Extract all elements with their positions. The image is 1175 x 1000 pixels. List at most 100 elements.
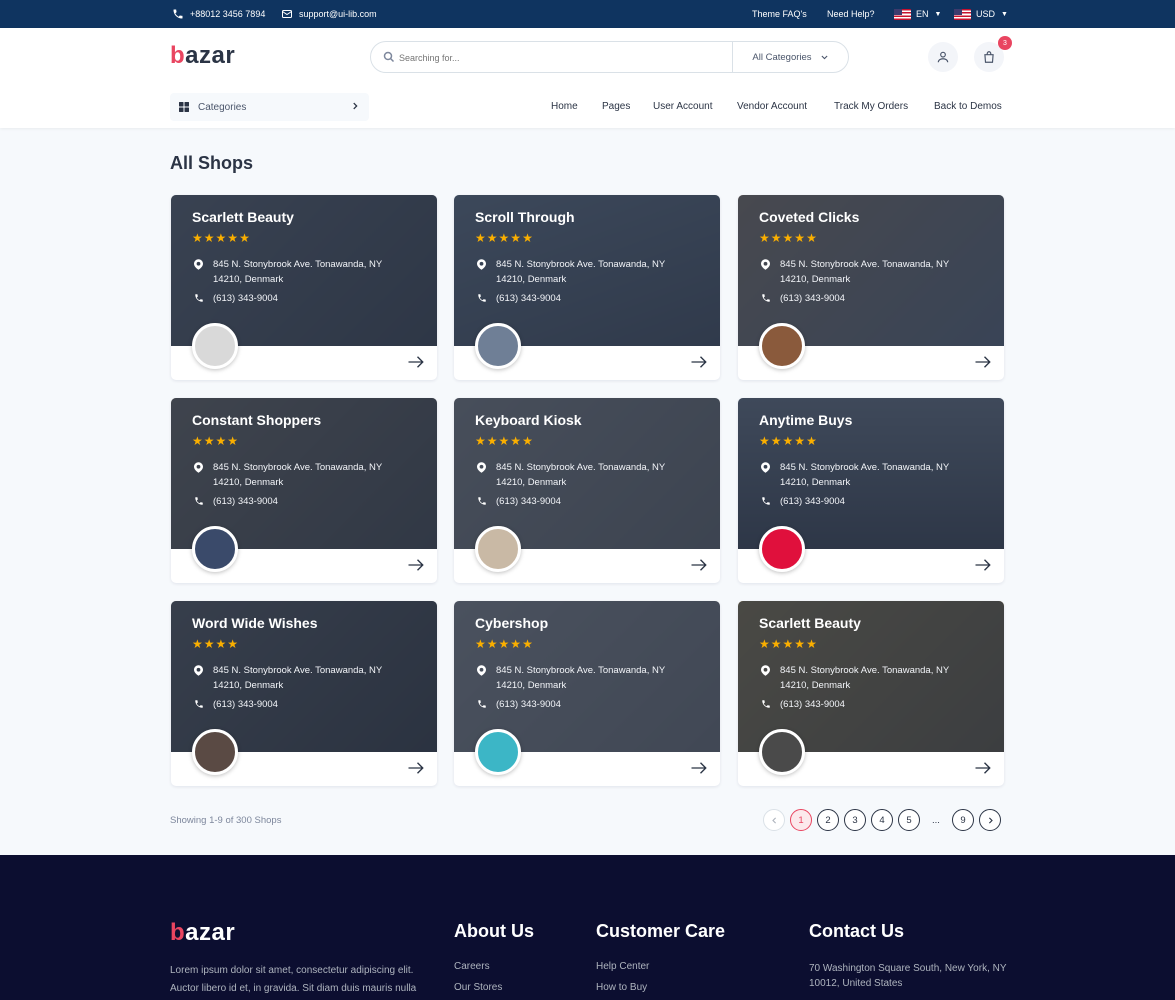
shop-phone: (613) 343-9004 [496, 496, 561, 507]
star-icon: ★ [203, 637, 215, 651]
chevron-down-icon: ▼ [1001, 10, 1008, 18]
shop-card[interactable]: Anytime Buys ★ ★ ★ ★ ★ 845 N. Stonybrook Ave. … [738, 398, 1004, 583]
nav-home[interactable]: Home [551, 101, 578, 115]
nav-user-account[interactable]: User Account [653, 101, 712, 115]
shop-rating: ★ ★ ★ ★ [192, 638, 238, 650]
nav-back-to-demos[interactable]: Back to Demos [934, 101, 1002, 115]
footer-contact-title: Contact Us [809, 921, 905, 941]
star-icon: ★ [782, 434, 794, 448]
shop-name[interactable]: Anytime Buys [759, 412, 852, 428]
star-icon: ★ [770, 434, 782, 448]
header: bazar All Categories 3 Categories Home P… [0, 28, 1175, 128]
logo[interactable]: bazar [170, 42, 235, 70]
shop-card[interactable]: Scroll Through ★ ★ ★ ★ ★ 845 N. Stonybrook Ave… [454, 195, 720, 380]
us-flag-icon [894, 8, 911, 20]
user-icon [937, 51, 949, 63]
star-icon: ★ [770, 637, 782, 651]
showing-count: Showing 1-9 of 300 Shops [170, 815, 282, 826]
shop-card[interactable]: Scarlett Beauty ★ ★ ★ ★ ★ 845 N. Stonybrook Av… [738, 601, 1004, 786]
arrow-right-icon[interactable] [974, 355, 992, 369]
shop-name[interactable]: Constant Shoppers [192, 412, 321, 428]
phone-icon [478, 294, 486, 302]
phone-icon [195, 294, 203, 302]
shop-card[interactable]: Scarlett Beauty ★ ★ ★ ★ ★ 845 N. Stonybrook Av… [171, 195, 437, 380]
location-pin-icon [194, 259, 203, 270]
shop-address: 845 N. Stonybrook Ave. Tonawanda, NY 142… [213, 259, 383, 285]
footer-link-how-to-buy[interactable]: How to Buy [596, 982, 647, 993]
arrow-right-icon[interactable] [407, 558, 425, 572]
shop-name[interactable]: Scarlett Beauty [192, 209, 294, 225]
search-category-select[interactable]: All Categories [732, 42, 848, 72]
categories-button[interactable]: Categories [170, 93, 369, 121]
shop-avatar [759, 323, 805, 369]
nav-pages[interactable]: Pages [602, 101, 630, 115]
arrow-right-icon[interactable] [407, 761, 425, 775]
search-icon [383, 51, 395, 63]
nav-vendor-account[interactable]: Vendor Account [737, 101, 807, 115]
star-icon: ★ [498, 231, 510, 245]
mail-icon [282, 10, 292, 18]
shop-card[interactable]: Cybershop ★ ★ ★ ★ ★ 845 N. Stonybrook Ave. Ton… [454, 601, 720, 786]
footer-link-our-stores[interactable]: Our Stores [454, 982, 502, 993]
arrow-right-icon[interactable] [974, 558, 992, 572]
logo-text: azar [185, 42, 236, 69]
arrow-right-icon[interactable] [690, 761, 708, 775]
shop-phone: (613) 343-9004 [213, 496, 278, 507]
star-icon: ★ [227, 231, 239, 245]
location-pin-icon [477, 259, 486, 270]
shop-rating: ★ ★ ★ ★ ★ [759, 638, 817, 650]
shop-avatar [759, 729, 805, 775]
footer-link-help-center[interactable]: Help Center [596, 961, 649, 972]
shop-avatar [759, 526, 805, 572]
location-pin-icon [194, 462, 203, 473]
shop-name[interactable]: Word Wide Wishes [192, 615, 318, 631]
shop-address: 845 N. Stonybrook Ave. Tonawanda, NY 142… [780, 462, 950, 488]
need-help-link[interactable]: Need Help? [827, 0, 875, 28]
page-button-2[interactable]: 2 [817, 809, 839, 831]
footer-logo[interactable]: bazar [170, 919, 235, 947]
shop-avatar [475, 729, 521, 775]
shop-phone: (613) 343-9004 [496, 293, 561, 304]
shop-name[interactable]: Keyboard Kiosk [475, 412, 582, 428]
shop-name[interactable]: Scroll Through [475, 209, 575, 225]
language-selector[interactable]: EN ▼ [894, 0, 941, 28]
nav-track-orders[interactable]: Track My Orders [834, 101, 908, 115]
theme-faq-link[interactable]: Theme FAQ's [752, 0, 807, 28]
page-button-9[interactable]: 9 [952, 809, 974, 831]
page-button-3[interactable]: 3 [844, 809, 866, 831]
page-button-1[interactable]: 1 [790, 809, 812, 831]
star-icon: ★ [782, 231, 794, 245]
phone-icon [762, 700, 770, 708]
arrow-right-icon[interactable] [974, 761, 992, 775]
shop-phone: (613) 343-9004 [780, 699, 845, 710]
pagination-prev-button[interactable] [763, 809, 785, 831]
shop-phone: (613) 343-9004 [780, 293, 845, 304]
shop-name[interactable]: Cybershop [475, 615, 548, 631]
star-icon: ★ [215, 434, 227, 448]
star-icon: ★ [782, 637, 794, 651]
arrow-right-icon[interactable] [690, 355, 708, 369]
phone-icon [762, 497, 770, 505]
shop-name[interactable]: Scarlett Beauty [759, 615, 861, 631]
arrow-right-icon[interactable] [407, 355, 425, 369]
arrow-right-icon[interactable] [690, 558, 708, 572]
search-input[interactable] [399, 48, 729, 68]
shop-card[interactable]: Word Wide Wishes ★ ★ ★ ★ 845 N. Stonybrook Av… [171, 601, 437, 786]
shop-rating: ★ ★ ★ ★ ★ [192, 232, 250, 244]
shop-phone: (613) 343-9004 [780, 496, 845, 507]
shopping-bag-icon [984, 51, 994, 63]
pagination-next-button[interactable] [979, 809, 1001, 831]
footer-link-careers[interactable]: Careers [454, 961, 490, 972]
shop-name[interactable]: Coveted Clicks [759, 209, 859, 225]
page-button-5[interactable]: 5 [898, 809, 920, 831]
page-button-4[interactable]: 4 [871, 809, 893, 831]
shop-rating: ★ ★ ★ ★ ★ [475, 232, 533, 244]
star-icon: ★ [522, 231, 533, 245]
star-icon: ★ [227, 434, 239, 448]
currency-selector[interactable]: USD ▼ [954, 0, 1008, 28]
shop-card[interactable]: Constant Shoppers ★ ★ ★ ★ 845 N. Stonybrook A… [171, 398, 437, 583]
shop-card[interactable]: Keyboard Kiosk ★ ★ ★ ★ ★ 845 N. Stonybrook Ave… [454, 398, 720, 583]
star-icon: ★ [806, 637, 817, 651]
account-button[interactable] [928, 42, 958, 72]
shop-card[interactable]: Coveted Clicks ★ ★ ★ ★ ★ 845 N. Stonybrook Ave… [738, 195, 1004, 380]
